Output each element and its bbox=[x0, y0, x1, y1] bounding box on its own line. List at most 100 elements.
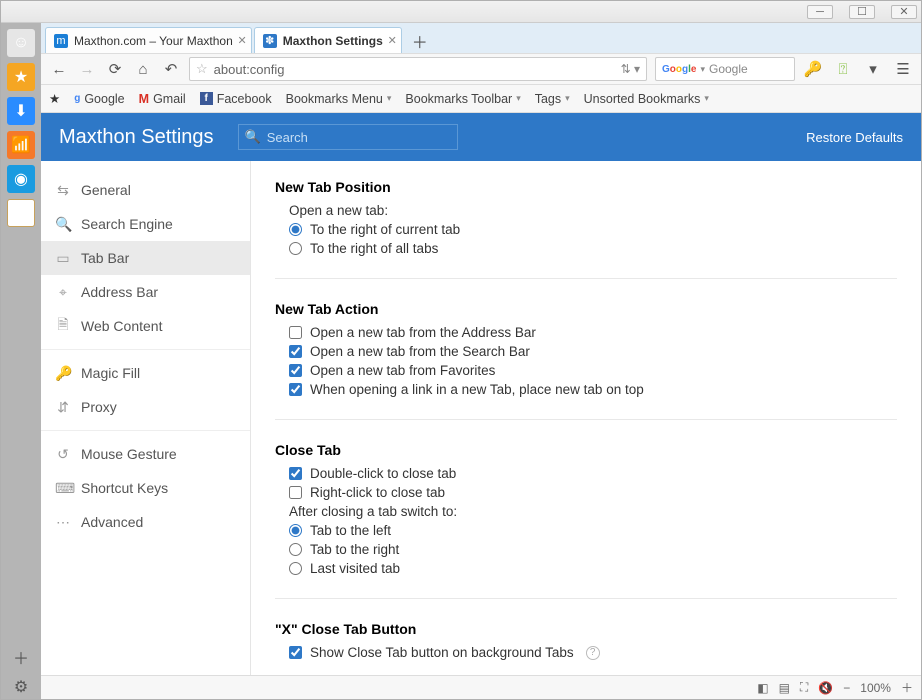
section-title: New Tab Position bbox=[275, 179, 897, 195]
bookmark-tags-folder[interactable]: Tags ▾ bbox=[535, 92, 570, 106]
bookmark-toolbar-folder[interactable]: Bookmarks Toolbar ▾ bbox=[405, 92, 520, 106]
sidebar-item-address-bar[interactable]: ⌖Address Bar bbox=[41, 275, 250, 309]
window-minimize-button[interactable]: ─ bbox=[807, 5, 833, 19]
close-tab-icon[interactable]: ✕ bbox=[238, 34, 247, 47]
tab-bar: m Maxthon.com – Your Maxthon ✕ ✽ Maxthon… bbox=[41, 23, 921, 53]
favorites-strip-icon[interactable]: ★ bbox=[7, 63, 35, 91]
status-bar: ◧ ▤ ⛶ 🔇 − 100% ＋ bbox=[41, 675, 921, 699]
radio-tab-left[interactable]: Tab to the left bbox=[289, 523, 897, 538]
check-from-favorites[interactable]: Open a new tab from Favorites bbox=[289, 363, 897, 378]
sidebar-item-search-engine[interactable]: 🔍 Search Engine bbox=[41, 207, 250, 241]
radio-tab-right[interactable]: Tab to the right bbox=[289, 542, 897, 557]
menu-dropdown-icon[interactable]: ▾ bbox=[863, 59, 883, 79]
add-extension-button[interactable]: ＋ bbox=[7, 645, 35, 669]
new-tab-button[interactable]: ＋ bbox=[408, 29, 432, 53]
window-close-button[interactable]: ✕ bbox=[891, 5, 917, 19]
close-tab-icon[interactable]: ✕ bbox=[388, 34, 397, 47]
hamburger-menu-icon[interactable]: ☰ bbox=[893, 59, 913, 79]
zoom-out-button[interactable]: − bbox=[843, 681, 850, 695]
window-maximize-button[interactable]: ☐ bbox=[849, 5, 875, 19]
sidebar-item-label: General bbox=[81, 182, 131, 198]
undo-close-button[interactable]: ↶ bbox=[161, 59, 181, 79]
profile-icon[interactable]: ☺ bbox=[7, 29, 35, 57]
site-identity-icon[interactable]: ☆ bbox=[196, 61, 208, 77]
sidebar-item-label: Magic Fill bbox=[81, 365, 140, 381]
downloads-strip-icon[interactable]: ⬇ bbox=[7, 97, 35, 125]
sidebar-item-label: Mouse Gesture bbox=[81, 446, 177, 462]
sidebar-item-shortcut-keys[interactable]: ⌨ Shortcut Keys bbox=[41, 471, 250, 505]
sidebar-item-icon: ⋯ bbox=[55, 514, 71, 531]
status-mute-icon[interactable]: 🔇 bbox=[818, 681, 833, 695]
sidebar-item-advanced[interactable]: ⋯Advanced bbox=[41, 505, 250, 539]
restore-defaults-link[interactable]: Restore Defaults bbox=[806, 130, 903, 145]
settings-search-input[interactable] bbox=[267, 130, 451, 145]
address-toggles[interactable]: ⇅ ▾ bbox=[621, 62, 640, 76]
forward-button[interactable]: → bbox=[77, 59, 97, 79]
sidebar-item-label: Search Engine bbox=[81, 216, 173, 232]
sidebar-item-proxy[interactable]: ⇵Proxy bbox=[41, 390, 250, 424]
tab-label: Maxthon Settings bbox=[283, 34, 383, 48]
check-rightclick-close[interactable]: Right-click to close tab bbox=[289, 485, 897, 500]
check-from-search-bar[interactable]: Open a new tab from the Search Bar bbox=[289, 344, 897, 359]
settings-gear-strip-icon[interactable]: ⚙ bbox=[7, 675, 35, 699]
home-button[interactable]: ⌂ bbox=[133, 59, 153, 79]
check-doubleclick-close[interactable]: Double-click to close tab bbox=[289, 466, 897, 481]
sub-label: Open a new tab: bbox=[289, 203, 897, 218]
section-new-tab-action: New Tab Action Open a new tab from the A… bbox=[275, 301, 897, 420]
status-split-icon[interactable]: ◧ bbox=[757, 681, 768, 695]
sync-user-icon[interactable]: ⍰ bbox=[833, 59, 853, 79]
sidebar-item-general[interactable]: ⇆General bbox=[41, 173, 250, 207]
settings-title: Maxthon Settings bbox=[59, 126, 214, 149]
bookmark-google[interactable]: gGoogle bbox=[74, 92, 124, 106]
search-icon: 🔍 bbox=[245, 129, 261, 145]
search-placeholder: Google bbox=[709, 62, 748, 76]
cloud-strip-icon[interactable]: ◉ bbox=[7, 165, 35, 193]
address-bar[interactable]: ☆ ⇅ ▾ bbox=[189, 57, 647, 81]
bookmark-star-icon[interactable]: ★ bbox=[49, 91, 60, 106]
radio-right-of-all[interactable]: To the right of all tabs bbox=[289, 241, 897, 256]
settings-content: New Tab Position Open a new tab: To the … bbox=[251, 161, 921, 675]
notes-strip-icon[interactable]: ✎ bbox=[7, 199, 35, 227]
window-titlebar: ─ ☐ ✕ bbox=[1, 1, 921, 23]
sidebar-item-label: Shortcut Keys bbox=[81, 480, 168, 496]
search-bar[interactable]: Google ▾ Google bbox=[655, 57, 795, 81]
sidebar-item-icon: ⌖ bbox=[55, 284, 71, 301]
browser-tab-maxthon-site[interactable]: m Maxthon.com – Your Maxthon ✕ bbox=[45, 27, 252, 53]
back-button[interactable]: ← bbox=[49, 59, 69, 79]
rss-strip-icon[interactable]: 📶 bbox=[7, 131, 35, 159]
sidebar-item-mouse-gesture[interactable]: ↺Mouse Gesture bbox=[41, 437, 250, 471]
tab-label: Maxthon.com – Your Maxthon bbox=[74, 34, 233, 48]
bookmark-unsorted-folder[interactable]: Unsorted Bookmarks ▾ bbox=[584, 92, 709, 106]
status-fullscreen-icon[interactable]: ⛶ bbox=[800, 680, 808, 695]
extension-strip: ☺ ★ ⬇ 📶 ◉ ✎ ＋ ⚙ bbox=[1, 23, 41, 699]
sidebar-item-icon: 🔍 bbox=[55, 216, 71, 233]
reload-button[interactable]: ⟳ bbox=[105, 59, 125, 79]
bookmark-gmail[interactable]: MGmail bbox=[139, 92, 186, 106]
status-page-icon[interactable]: ▤ bbox=[779, 681, 790, 695]
sidebar-item-label: Proxy bbox=[81, 399, 117, 415]
check-new-tab-on-top[interactable]: When opening a link in a new Tab, place … bbox=[289, 382, 897, 397]
browser-tab-settings[interactable]: ✽ Maxthon Settings ✕ bbox=[254, 27, 402, 53]
sidebar-item-icon: 🗎 bbox=[55, 314, 71, 338]
sidebar-item-tab-bar[interactable]: ▭Tab Bar bbox=[41, 241, 250, 275]
sidebar-item-web-content[interactable]: 🗎Web Content bbox=[41, 309, 250, 343]
radio-last-visited[interactable]: Last visited tab bbox=[289, 561, 897, 576]
settings-search[interactable]: 🔍 bbox=[238, 124, 458, 150]
zoom-in-button[interactable]: ＋ bbox=[901, 679, 913, 696]
bookmark-facebook[interactable]: fFacebook bbox=[200, 92, 272, 106]
sidebar-item-magic-fill[interactable]: 🔑 Magic Fill bbox=[41, 356, 250, 390]
section-close-tab: Close Tab Double-click to close tab Righ… bbox=[275, 442, 897, 599]
settings-favicon-icon: ✽ bbox=[263, 34, 277, 48]
site-favicon-icon: m bbox=[54, 34, 68, 48]
address-input[interactable] bbox=[214, 62, 615, 77]
section-new-tab-position: New Tab Position Open a new tab: To the … bbox=[275, 179, 897, 279]
help-icon[interactable]: ? bbox=[586, 646, 600, 660]
sidebar-item-icon: ⌨ bbox=[55, 480, 71, 497]
check-from-address-bar[interactable]: Open a new tab from the Address Bar bbox=[289, 325, 897, 340]
radio-right-of-current[interactable]: To the right of current tab bbox=[289, 222, 897, 237]
sidebar-item-icon: 🔑 bbox=[55, 365, 71, 382]
section-x-close-button: "X" Close Tab Button Show Close Tab butt… bbox=[275, 621, 897, 675]
check-show-close-on-bg-tabs[interactable]: Show Close Tab button on background Tabs… bbox=[289, 645, 897, 660]
bookmark-menu-folder[interactable]: Bookmarks Menu ▾ bbox=[286, 92, 392, 106]
key-icon[interactable]: 🔑 bbox=[803, 59, 823, 79]
